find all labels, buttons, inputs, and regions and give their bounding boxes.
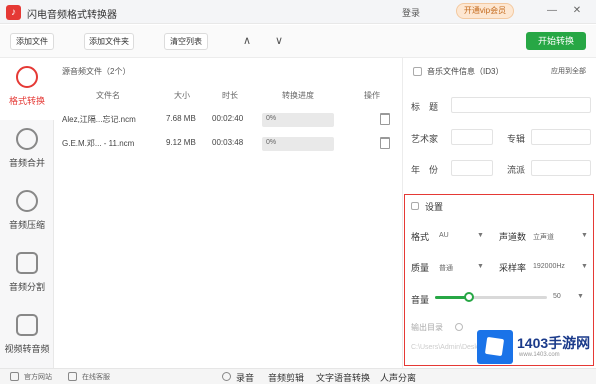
apply-all-link[interactable]: 应用到全部	[551, 66, 586, 76]
sidebar-item-audio-merge[interactable]: 音频合并	[0, 120, 54, 182]
progress-text: 0%	[266, 139, 277, 146]
convert-icon	[16, 66, 38, 88]
add-folder-button[interactable]: 添加文件夹	[84, 33, 134, 50]
sidebar-item-label: 音频合并	[8, 158, 45, 168]
microphone-icon	[222, 372, 231, 381]
watermark-url: www.1403.com	[519, 352, 560, 358]
video-icon	[16, 314, 38, 336]
vocal-separation-link[interactable]: 人声分离	[380, 371, 416, 384]
chevron-down-icon[interactable]: ▼	[477, 232, 484, 239]
sidebar-item-audio-split[interactable]: 音频分割	[0, 244, 54, 306]
start-convert-button[interactable]: 开始转换	[526, 32, 586, 50]
app-logo-icon: ♪	[6, 5, 21, 20]
chevron-down-icon[interactable]: ▼	[581, 232, 588, 239]
quality-select[interactable]: 普通	[439, 263, 453, 273]
quality-label: 质量	[411, 263, 430, 273]
support-link[interactable]: 在线客服	[82, 372, 110, 382]
title-input[interactable]	[451, 97, 591, 113]
sidebar-item-label: 音频压缩	[8, 220, 45, 230]
file-duration: 00:03:48	[212, 138, 244, 147]
record-link[interactable]: 录音	[236, 371, 254, 384]
merge-icon	[16, 128, 38, 150]
login-link[interactable]: 登录	[402, 6, 420, 19]
volume-value: 50	[553, 293, 561, 300]
file-size: 7.68 MB	[166, 114, 196, 123]
bottom-bar: 官方网站 在线客服 录音 音频剪辑 文字语音转换 人声分离	[0, 368, 596, 384]
output-dir-label: 输出目录	[411, 323, 443, 332]
artist-input[interactable]	[451, 129, 493, 145]
app-title: 闪电音频格式转换器	[27, 10, 117, 21]
file-list-header: 源音频文件（2个）	[62, 67, 131, 76]
delete-icon[interactable]	[380, 137, 390, 149]
move-up-icon[interactable]: ∧	[236, 32, 258, 50]
column-header-progress: 转换进度	[282, 91, 314, 100]
volume-label: 音量	[411, 295, 430, 305]
sidebar-item-video-to-audio[interactable]: 视频转音频	[0, 306, 54, 368]
table-row[interactable]: Alez,江隔...忘记.ncm 7.68 MB 00:02:40 0%	[54, 110, 402, 132]
delete-icon[interactable]	[380, 113, 390, 125]
progress-bar: 0%	[262, 113, 334, 127]
progress-text: 0%	[266, 115, 277, 122]
watermark-text: 1403手游网	[517, 335, 591, 351]
chevron-down-icon[interactable]: ▼	[477, 263, 484, 270]
sidebar-item-audio-compress[interactable]: 音频压缩	[0, 182, 54, 244]
id3-checkbox[interactable]	[413, 67, 422, 76]
sidebar-item-format-convert[interactable]: 格式转换	[0, 58, 54, 120]
close-button[interactable]: ✕	[570, 4, 584, 18]
file-size: 9.12 MB	[166, 138, 196, 147]
compress-icon	[16, 190, 38, 212]
sample-rate-label: 采样率	[499, 263, 527, 273]
text-to-speech-link[interactable]: 文字语音转换	[316, 371, 370, 384]
album-input[interactable]	[531, 129, 591, 145]
id3-label: 音乐文件信息（ID3）	[427, 67, 504, 76]
artist-label: 艺术家	[411, 134, 439, 144]
watermark-logo-icon	[477, 330, 513, 364]
output-dir-radio[interactable]	[455, 323, 463, 331]
file-list-panel: 源音频文件（2个） 文件名 大小 时长 转换进度 操作 Alez,江隔...忘记…	[54, 58, 402, 368]
chevron-down-icon[interactable]: ▼	[577, 293, 584, 300]
sample-rate-select[interactable]: 192000Hz	[533, 263, 565, 270]
add-file-button[interactable]: 添加文件	[10, 33, 54, 50]
output-dir-path[interactable]: C:\Users\Admin\Desktop\	[411, 344, 490, 351]
official-website-link[interactable]: 官方网站	[24, 372, 52, 382]
file-name: Alez,江隔...忘记.ncm	[62, 115, 136, 124]
genre-input[interactable]	[531, 160, 591, 176]
audio-edit-link[interactable]: 音频剪辑	[268, 371, 304, 384]
toolbar: 添加文件 添加文件夹 清空列表 ∧ ∨	[0, 25, 596, 58]
sidebar-item-label: 格式转换	[8, 96, 45, 106]
column-header-actions: 操作	[364, 91, 380, 100]
format-label: 格式	[411, 232, 430, 242]
minimize-button[interactable]: —	[545, 4, 559, 18]
genre-label: 流派	[507, 165, 526, 175]
album-label: 专辑	[507, 134, 526, 144]
column-header-name: 文件名	[96, 91, 120, 100]
settings-title: 设置	[425, 202, 444, 212]
file-duration: 00:02:40	[212, 114, 244, 123]
channels-select[interactable]: 立声道	[533, 232, 554, 242]
year-input[interactable]	[451, 160, 493, 176]
watermark: 1403手游网 www.1403.com	[477, 330, 593, 366]
title-bar: ♪ 闪电音频格式转换器 登录 开通vip会员 — ✕	[0, 0, 596, 24]
sidebar-item-label: 音频分割	[8, 282, 45, 292]
vip-button[interactable]: 开通vip会员	[456, 3, 514, 19]
website-icon	[10, 372, 19, 381]
sidebar-item-label: 视频转音频	[4, 344, 50, 354]
year-label: 年 份	[411, 165, 439, 175]
chevron-down-icon[interactable]: ▼	[581, 263, 588, 270]
support-icon	[68, 372, 77, 381]
title-label: 标 题	[411, 102, 439, 112]
column-header-duration: 时长	[222, 91, 238, 100]
clear-list-button[interactable]: 清空列表	[164, 33, 208, 50]
format-select[interactable]: AU	[439, 232, 449, 239]
sidebar: 格式转换 音频合并 音频压缩 音频分割 视频转音频	[0, 58, 54, 368]
split-icon	[16, 252, 38, 274]
move-down-icon[interactable]: ∨	[268, 32, 290, 50]
settings-checkbox[interactable]	[411, 202, 419, 210]
progress-bar: 0%	[262, 137, 334, 151]
channels-label: 声道数	[499, 232, 527, 242]
table-row[interactable]: G.E.M.邓... - 11.ncm 9.12 MB 00:03:48 0%	[54, 134, 402, 156]
column-header-size: 大小	[174, 91, 190, 100]
volume-slider-handle[interactable]	[464, 292, 474, 302]
file-name: G.E.M.邓... - 11.ncm	[62, 139, 135, 148]
